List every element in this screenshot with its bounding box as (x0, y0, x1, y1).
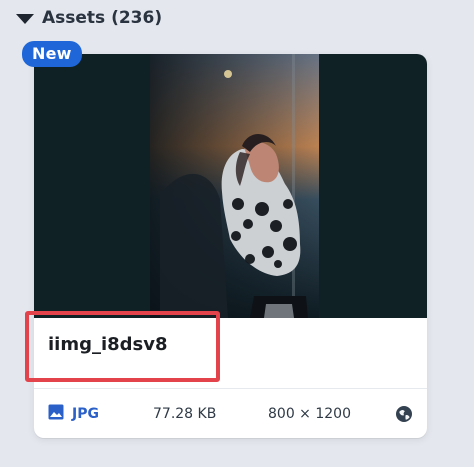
triangle-down-icon[interactable] (16, 14, 34, 24)
asset-meta-row: JPG 77.28 KB 800 × 1200 (34, 389, 427, 438)
assets-section-title: Assets (236) (42, 8, 163, 28)
asset-card[interactable]: iimg_i8dsv8 JPG 77.28 KB 800 × 1200 (34, 54, 427, 438)
asset-dimensions: 800 × 1200 (268, 405, 351, 422)
new-badge: New (22, 41, 82, 67)
asset-name-row[interactable]: iimg_i8dsv8 (34, 318, 427, 388)
globe-icon[interactable] (395, 405, 413, 423)
asset-type: JPG (48, 404, 153, 424)
assets-section-header[interactable]: Assets (236) (16, 8, 162, 28)
image-icon (48, 404, 64, 424)
asset-type-label: JPG (72, 405, 99, 422)
asset-file-size: 77.28 KB (153, 405, 217, 422)
asset-preview[interactable] (34, 54, 427, 318)
asset-name[interactable]: iimg_i8dsv8 (48, 334, 168, 355)
asset-thumbnail (150, 54, 319, 318)
